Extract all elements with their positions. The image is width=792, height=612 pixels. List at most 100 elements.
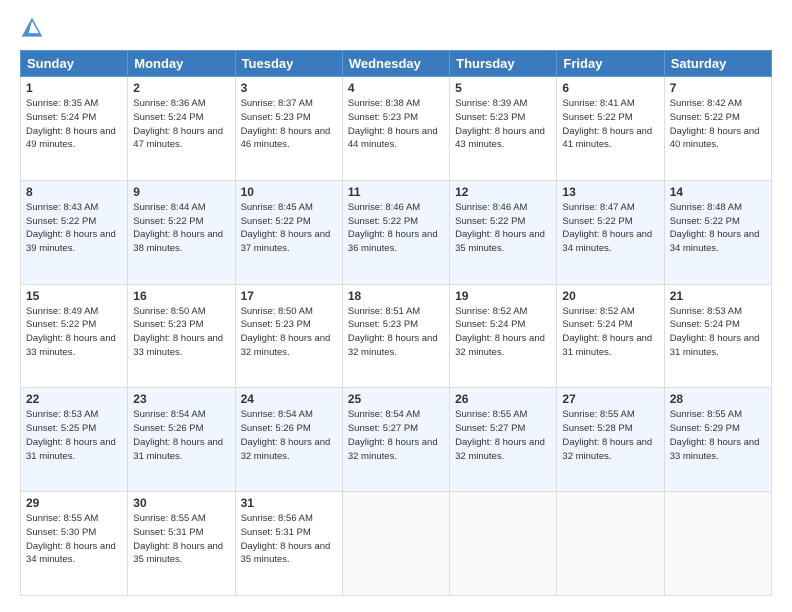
- day-cell-21: 21 Sunrise: 8:53 AMSunset: 5:24 PMDayligh…: [664, 284, 771, 388]
- day-cell-28: 28 Sunrise: 8:55 AMSunset: 5:29 PMDayligh…: [664, 388, 771, 492]
- day-info: Sunrise: 8:48 AMSunset: 5:22 PMDaylight:…: [670, 202, 760, 254]
- day-number: 4: [348, 81, 444, 95]
- day-info: Sunrise: 8:53 AMSunset: 5:25 PMDaylight:…: [26, 409, 116, 461]
- day-cell-15: 15Sunrise: 8:49 AMSunset: 5:22 PMDayligh…: [21, 284, 128, 388]
- day-cell-26: 26 Sunrise: 8:55 AMSunset: 5:27 PMDayligh…: [450, 388, 557, 492]
- day-number: 24: [241, 392, 337, 406]
- day-cell-19: 19 Sunrise: 8:52 AMSunset: 5:24 PMDayligh…: [450, 284, 557, 388]
- column-header-thursday: Thursday: [450, 51, 557, 77]
- day-cell-29: 29Sunrise: 8:55 AMSunset: 5:30 PMDayligh…: [21, 492, 128, 596]
- column-header-wednesday: Wednesday: [342, 51, 449, 77]
- day-number: 7: [670, 81, 766, 95]
- day-cell-24: 24 Sunrise: 8:54 AMSunset: 5:26 PMDayligh…: [235, 388, 342, 492]
- column-header-monday: Monday: [128, 51, 235, 77]
- day-info: Sunrise: 8:50 AMSunset: 5:23 PMDaylight:…: [241, 306, 331, 358]
- day-number: 30: [133, 496, 229, 510]
- day-number: 11: [348, 185, 444, 199]
- day-cell-6: 6 Sunrise: 8:41 AMSunset: 5:22 PMDaylight…: [557, 77, 664, 181]
- day-cell-8: 8Sunrise: 8:43 AMSunset: 5:22 PMDaylight…: [21, 180, 128, 284]
- day-number: 28: [670, 392, 766, 406]
- day-info: Sunrise: 8:51 AMSunset: 5:23 PMDaylight:…: [348, 306, 438, 358]
- day-cell-1: 1 Sunrise: 8:35 AMSunset: 5:24 PMDaylight…: [21, 77, 128, 181]
- day-cell-11: 11 Sunrise: 8:46 AMSunset: 5:22 PMDayligh…: [342, 180, 449, 284]
- day-info: Sunrise: 8:55 AMSunset: 5:27 PMDaylight:…: [455, 409, 545, 461]
- day-number: 25: [348, 392, 444, 406]
- day-cell-14: 14 Sunrise: 8:48 AMSunset: 5:22 PMDayligh…: [664, 180, 771, 284]
- day-info: Sunrise: 8:35 AMSunset: 5:24 PMDaylight:…: [26, 98, 116, 150]
- day-info: Sunrise: 8:47 AMSunset: 5:22 PMDaylight:…: [562, 202, 652, 254]
- day-cell-16: 16 Sunrise: 8:50 AMSunset: 5:23 PMDayligh…: [128, 284, 235, 388]
- column-header-sunday: Sunday: [21, 51, 128, 77]
- day-cell-17: 17 Sunrise: 8:50 AMSunset: 5:23 PMDayligh…: [235, 284, 342, 388]
- day-number: 26: [455, 392, 551, 406]
- day-cell-20: 20Sunrise: 8:52 AMSunset: 5:24 PMDayligh…: [557, 284, 664, 388]
- column-header-friday: Friday: [557, 51, 664, 77]
- day-cell-10: 10 Sunrise: 8:45 AMSunset: 5:22 PMDayligh…: [235, 180, 342, 284]
- day-info: Sunrise: 8:41 AMSunset: 5:22 PMDaylight:…: [562, 98, 652, 150]
- logo-icon: [20, 16, 44, 40]
- day-number: 23: [133, 392, 229, 406]
- day-info: Sunrise: 8:55 AMSunset: 5:31 PMDaylight:…: [133, 513, 223, 565]
- day-info: Sunrise: 8:39 AMSunset: 5:23 PMDaylight:…: [455, 98, 545, 150]
- day-info: Sunrise: 8:54 AMSunset: 5:26 PMDaylight:…: [241, 409, 331, 461]
- day-number: 18: [348, 289, 444, 303]
- day-info: Sunrise: 8:50 AMSunset: 5:23 PMDaylight:…: [133, 306, 223, 358]
- day-number: 1: [26, 81, 122, 95]
- column-header-tuesday: Tuesday: [235, 51, 342, 77]
- day-cell-2: 2Sunrise: 8:36 AMSunset: 5:24 PMDaylight…: [128, 77, 235, 181]
- day-info: Sunrise: 8:52 AMSunset: 5:24 PMDaylight:…: [455, 306, 545, 358]
- day-info: Sunrise: 8:42 AMSunset: 5:22 PMDaylight:…: [670, 98, 760, 150]
- week-row-5: 29Sunrise: 8:55 AMSunset: 5:30 PMDayligh…: [21, 492, 772, 596]
- day-cell-3: 3Sunrise: 8:37 AMSunset: 5:23 PMDaylight…: [235, 77, 342, 181]
- day-info: Sunrise: 8:54 AMSunset: 5:26 PMDaylight:…: [133, 409, 223, 461]
- day-info: Sunrise: 8:55 AMSunset: 5:28 PMDaylight:…: [562, 409, 652, 461]
- day-number: 2: [133, 81, 229, 95]
- day-number: 31: [241, 496, 337, 510]
- page: SundayMondayTuesdayWednesdayThursdayFrid…: [0, 0, 792, 612]
- header-row: SundayMondayTuesdayWednesdayThursdayFrid…: [21, 51, 772, 77]
- day-info: Sunrise: 8:49 AMSunset: 5:22 PMDaylight:…: [26, 306, 116, 358]
- week-row-3: 15Sunrise: 8:49 AMSunset: 5:22 PMDayligh…: [21, 284, 772, 388]
- day-number: 17: [241, 289, 337, 303]
- day-info: Sunrise: 8:56 AMSunset: 5:31 PMDaylight:…: [241, 513, 331, 565]
- day-info: Sunrise: 8:55 AMSunset: 5:29 PMDaylight:…: [670, 409, 760, 461]
- day-info: Sunrise: 8:54 AMSunset: 5:27 PMDaylight:…: [348, 409, 438, 461]
- day-number: 13: [562, 185, 658, 199]
- day-info: Sunrise: 8:46 AMSunset: 5:22 PMDaylight:…: [348, 202, 438, 254]
- empty-cell: [342, 492, 449, 596]
- empty-cell: [664, 492, 771, 596]
- day-cell-25: 25 Sunrise: 8:54 AMSunset: 5:27 PMDayligh…: [342, 388, 449, 492]
- day-number: 21: [670, 289, 766, 303]
- day-info: Sunrise: 8:37 AMSunset: 5:23 PMDaylight:…: [241, 98, 331, 150]
- day-number: 8: [26, 185, 122, 199]
- day-number: 12: [455, 185, 551, 199]
- header: [20, 16, 772, 40]
- day-number: 27: [562, 392, 658, 406]
- day-info: Sunrise: 8:52 AMSunset: 5:24 PMDaylight:…: [562, 306, 652, 358]
- day-info: Sunrise: 8:44 AMSunset: 5:22 PMDaylight:…: [133, 202, 223, 254]
- day-info: Sunrise: 8:45 AMSunset: 5:22 PMDaylight:…: [241, 202, 331, 254]
- day-cell-27: 27 Sunrise: 8:55 AMSunset: 5:28 PMDayligh…: [557, 388, 664, 492]
- empty-cell: [450, 492, 557, 596]
- calendar-table: SundayMondayTuesdayWednesdayThursdayFrid…: [20, 50, 772, 596]
- day-info: Sunrise: 8:38 AMSunset: 5:23 PMDaylight:…: [348, 98, 438, 150]
- day-number: 10: [241, 185, 337, 199]
- day-cell-30: 30 Sunrise: 8:55 AMSunset: 5:31 PMDayligh…: [128, 492, 235, 596]
- day-info: Sunrise: 8:46 AMSunset: 5:22 PMDaylight:…: [455, 202, 545, 254]
- day-number: 19: [455, 289, 551, 303]
- day-number: 14: [670, 185, 766, 199]
- day-number: 5: [455, 81, 551, 95]
- day-number: 16: [133, 289, 229, 303]
- day-cell-4: 4 Sunrise: 8:38 AMSunset: 5:23 PMDaylight…: [342, 77, 449, 181]
- column-header-saturday: Saturday: [664, 51, 771, 77]
- logo: [20, 16, 48, 40]
- day-cell-22: 22 Sunrise: 8:53 AMSunset: 5:25 PMDayligh…: [21, 388, 128, 492]
- day-number: 29: [26, 496, 122, 510]
- day-cell-23: 23 Sunrise: 8:54 AMSunset: 5:26 PMDayligh…: [128, 388, 235, 492]
- week-row-2: 8Sunrise: 8:43 AMSunset: 5:22 PMDaylight…: [21, 180, 772, 284]
- day-number: 6: [562, 81, 658, 95]
- day-number: 22: [26, 392, 122, 406]
- week-row-1: 1 Sunrise: 8:35 AMSunset: 5:24 PMDaylight…: [21, 77, 772, 181]
- day-info: Sunrise: 8:53 AMSunset: 5:24 PMDaylight:…: [670, 306, 760, 358]
- day-cell-18: 18 Sunrise: 8:51 AMSunset: 5:23 PMDayligh…: [342, 284, 449, 388]
